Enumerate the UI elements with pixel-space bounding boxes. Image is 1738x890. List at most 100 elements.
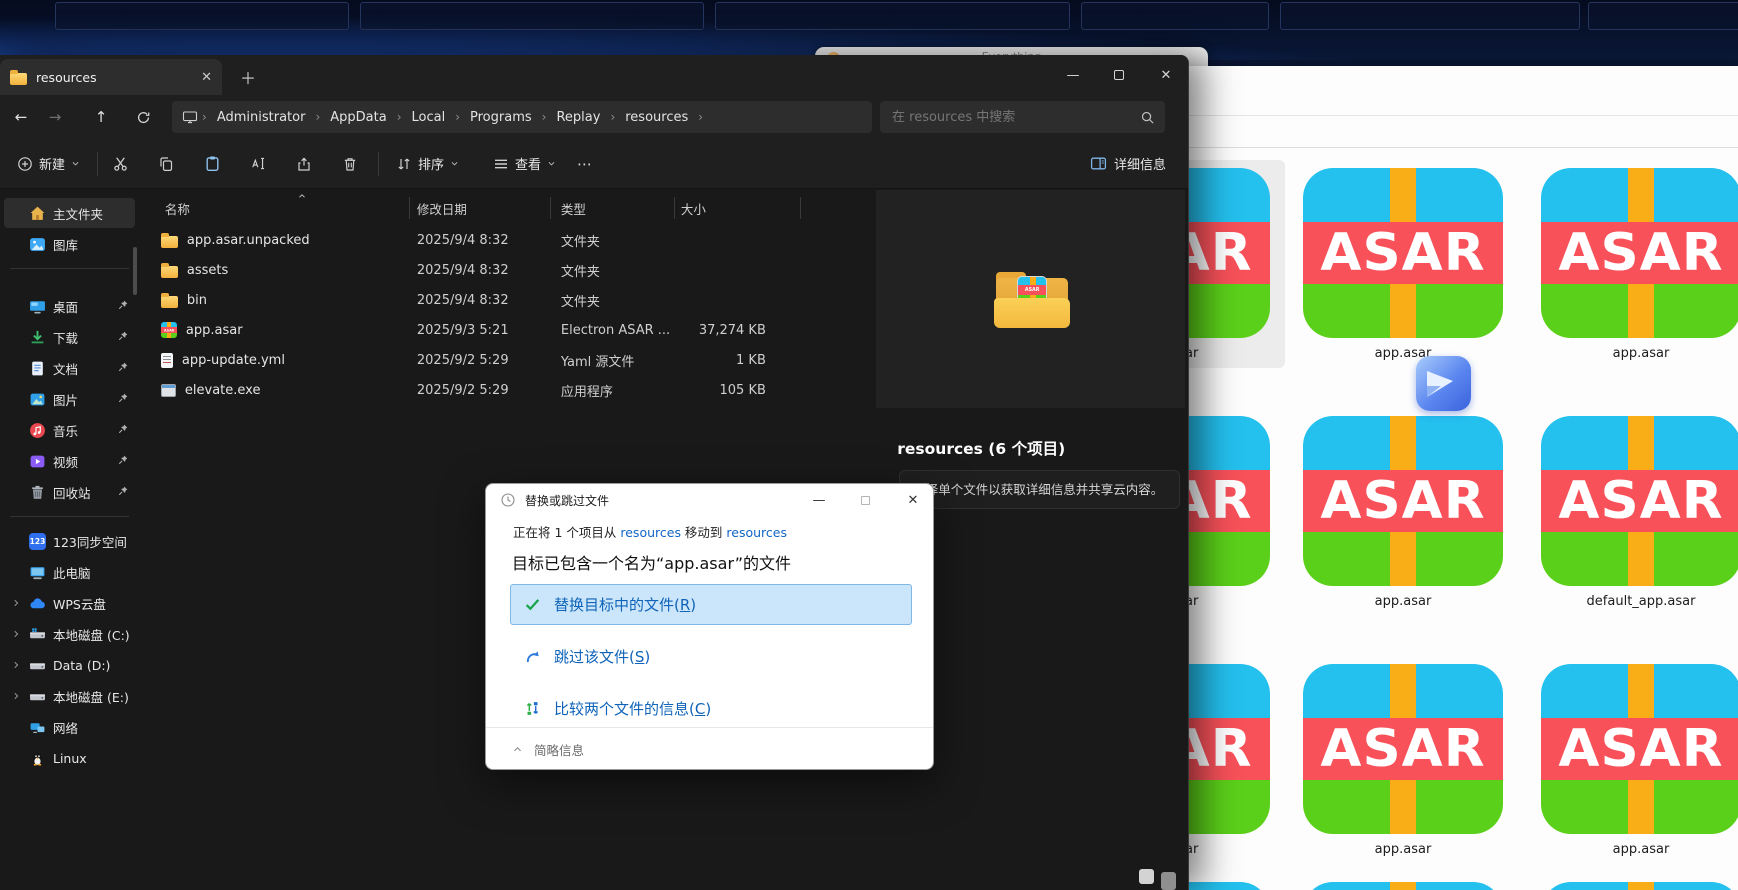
sidebar-item-recycle[interactable]: 回收站	[4, 477, 135, 507]
file-row[interactable]: elevate.exe2025/9/2 5:29应用程序105 KB	[139, 375, 874, 405]
sidebar-item-linux[interactable]: Linux	[4, 743, 135, 773]
sidebar-item-drivec[interactable]: 本地磁盘 (C:)	[4, 619, 135, 649]
column-divider[interactable]	[409, 197, 410, 219]
new-tab-button[interactable]: ＋	[240, 65, 256, 89]
sidebar-item-drive[interactable]: Data (D:)	[4, 650, 135, 680]
sidebar-item-drive[interactable]: 本地磁盘 (E:)	[4, 681, 135, 711]
sidebar-item-pictures[interactable]: 图片	[4, 384, 135, 414]
new-button[interactable]: 新建	[8, 148, 89, 179]
search-input[interactable]	[890, 109, 1140, 126]
file-row[interactable]: assets2025/9/4 8:32文件夹	[139, 255, 874, 285]
rename-icon[interactable]	[244, 149, 272, 179]
asar-file-tile[interactable]: ASAR	[1541, 882, 1738, 890]
asar-file-tile[interactable]: ASAR	[1303, 882, 1503, 890]
taskbar-thumbnail[interactable]	[1280, 2, 1580, 30]
chevron-right-icon[interactable]	[10, 598, 22, 608]
search-icon[interactable]	[1140, 110, 1155, 125]
close-button[interactable]: ✕	[1154, 64, 1178, 86]
chevron-right-icon[interactable]	[10, 660, 22, 670]
dialog-titlebar[interactable]: 替换或跳过文件 — ✕	[486, 484, 933, 516]
sidebar-item-sync123[interactable]: 123123同步空间	[4, 526, 135, 556]
compare-icon	[524, 700, 541, 717]
file-name: elevate.exe	[185, 383, 261, 398]
column-header-size[interactable]: 大小	[681, 199, 706, 218]
delete-icon[interactable]	[336, 149, 364, 179]
sidebar-item-music[interactable]: 音乐	[4, 415, 135, 445]
search-box[interactable]	[880, 101, 1165, 133]
sidebar-item-cloud[interactable]: WPS云盘	[4, 588, 135, 618]
file-row[interactable]: ASARapp.asar2025/9/3 5:21Electron ASAR .…	[139, 315, 874, 345]
breadcrumb-item[interactable]: resources	[619, 108, 694, 127]
dialog-minimize-button[interactable]: —	[804, 489, 834, 511]
file-row[interactable]: app-update.yml2025/9/2 5:29Yaml 源文件1 KB	[139, 345, 874, 375]
sidebar-item-home[interactable]: 主文件夹	[4, 198, 135, 228]
tab-close-icon[interactable]: ✕	[201, 70, 212, 85]
dialog-close-button[interactable]: ✕	[898, 489, 928, 511]
refresh-icon[interactable]	[128, 102, 158, 132]
fewer-details-toggle[interactable]: 简略信息	[512, 740, 584, 759]
details-panel-icon	[1090, 155, 1107, 172]
view-button[interactable]: 查看	[484, 148, 565, 179]
taskbar-thumbnail[interactable]	[55, 2, 349, 30]
pin-icon	[117, 330, 129, 342]
explorer-titlebar[interactable]: resources ✕ ＋ — ✕	[0, 55, 1188, 95]
breadcrumb-item[interactable]: Local	[406, 108, 452, 127]
column-divider[interactable]	[800, 197, 801, 219]
sidebar-item-gallery[interactable]: 图库	[4, 229, 135, 259]
column-header-type[interactable]: 类型	[561, 199, 586, 218]
column-header-date[interactable]: 修改日期	[417, 199, 467, 218]
breadcrumb-item[interactable]: Programs	[464, 108, 538, 127]
asar-file-tile[interactable]: ASAR	[1541, 416, 1738, 586]
file-name-cell: ASARapp.asar	[139, 322, 409, 338]
breadcrumb[interactable]: ›Administrator›AppData›Local›Programs›Re…	[172, 101, 872, 133]
column-divider[interactable]	[550, 197, 551, 219]
cut-icon[interactable]	[106, 149, 134, 179]
more-options-icon[interactable]: ⋯	[565, 155, 605, 173]
chevron-right-icon[interactable]	[10, 691, 22, 701]
taskbar-thumbnail[interactable]	[1081, 2, 1269, 30]
gallery-icon	[29, 236, 46, 253]
taskbar-thumbnail[interactable]	[715, 2, 1070, 30]
sidebar-item-pc[interactable]: 此电脑	[4, 557, 135, 587]
sort-button[interactable]: 排序	[387, 148, 468, 179]
copy-icon[interactable]	[152, 149, 180, 179]
taskbar-thumbnail[interactable]	[1588, 2, 1738, 30]
paste-icon[interactable]	[198, 149, 226, 179]
maximize-button[interactable]	[1107, 64, 1131, 86]
asar-file-tile[interactable]: ASAR	[1541, 168, 1738, 338]
asar-file-tile[interactable]: ASAR	[1303, 168, 1503, 338]
file-row[interactable]: app.asar.unpacked2025/9/4 8:32文件夹	[139, 225, 874, 255]
sidebar-item-downloads[interactable]: 下载	[4, 322, 135, 352]
destination-folder-link[interactable]: resources	[726, 525, 787, 540]
source-folder-link[interactable]: resources	[620, 525, 681, 540]
breadcrumb-item[interactable]: Administrator	[211, 108, 312, 127]
explorer-tab[interactable]: resources ✕	[0, 59, 222, 95]
skip-option[interactable]: 跳过该文件(S)	[510, 636, 912, 677]
forward-button[interactable]: →	[40, 102, 70, 132]
taskbar-icon[interactable]	[1139, 869, 1154, 884]
column-divider[interactable]	[674, 197, 675, 219]
taskbar-icon[interactable]	[1161, 872, 1176, 890]
details-pane-toggle[interactable]: 详细信息	[1090, 154, 1166, 173]
column-header-name[interactable]: 名称	[165, 199, 190, 218]
compare-option[interactable]: 比较两个文件的信息(C)	[510, 688, 912, 729]
back-button[interactable]: ←	[6, 102, 36, 132]
breadcrumb-item[interactable]: Replay	[550, 108, 606, 127]
sidebar-item-videos[interactable]: 视频	[4, 446, 135, 476]
up-button[interactable]: ↑	[86, 102, 116, 132]
asar-file-tile[interactable]: ASAR	[1303, 664, 1503, 834]
file-row[interactable]: bin2025/9/4 8:32文件夹	[139, 285, 874, 315]
scrollbar[interactable]	[133, 247, 137, 295]
breadcrumb-item[interactable]: AppData	[324, 108, 392, 127]
asar-file-tile[interactable]: ASAR	[1303, 416, 1503, 586]
chevron-right-icon[interactable]	[10, 629, 22, 639]
replace-option[interactable]: 替换目标中的文件(R)	[510, 584, 912, 625]
share-icon[interactable]	[290, 149, 318, 179]
taskbar-thumbnail[interactable]	[360, 2, 704, 30]
sidebar-item-documents[interactable]: 文档	[4, 353, 135, 383]
sidebar-item-network[interactable]: 网络	[4, 712, 135, 742]
asar-file-tile[interactable]: ASAR	[1541, 664, 1738, 834]
minimize-button[interactable]: —	[1061, 64, 1085, 86]
sidebar-item-desktop[interactable]: 桌面	[4, 291, 135, 321]
this-pc-icon[interactable]	[182, 109, 198, 125]
